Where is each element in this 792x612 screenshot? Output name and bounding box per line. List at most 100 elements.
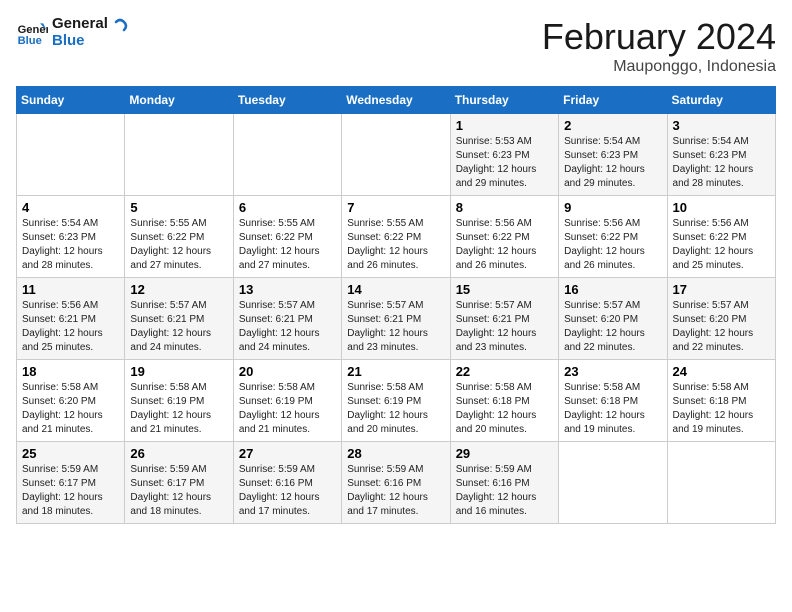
- day-number: 26: [130, 446, 227, 461]
- calendar-cell: 27Sunrise: 5:59 AM Sunset: 6:16 PM Dayli…: [233, 442, 341, 524]
- logo-icon: General Blue: [16, 17, 48, 49]
- day-info: Sunrise: 5:57 AM Sunset: 6:20 PM Dayligh…: [564, 299, 661, 355]
- logo-general: General: [52, 16, 108, 33]
- day-number: 13: [239, 282, 336, 297]
- day-info: Sunrise: 5:58 AM Sunset: 6:18 PM Dayligh…: [456, 381, 553, 437]
- calendar-cell: 28Sunrise: 5:59 AM Sunset: 6:16 PM Dayli…: [342, 442, 450, 524]
- day-info: Sunrise: 5:57 AM Sunset: 6:21 PM Dayligh…: [456, 299, 553, 355]
- calendar-cell: 23Sunrise: 5:58 AM Sunset: 6:18 PM Dayli…: [559, 360, 667, 442]
- day-number: 11: [22, 282, 119, 297]
- calendar-week-row: 4 Sunrise: 5:54 AM Sunset: 6:23 PM Daylig…: [17, 196, 776, 278]
- weekday-header-wednesday: Wednesday: [342, 87, 450, 114]
- weekday-header-sunday: Sunday: [17, 87, 125, 114]
- day-info: Sunrise: 5:55 AM Sunset: 6:22 PM Dayligh…: [130, 217, 227, 273]
- calendar-cell: 3 Sunrise: 5:54 AM Sunset: 6:23 PM Daylig…: [667, 114, 775, 196]
- calendar-table: SundayMondayTuesdayWednesdayThursdayFrid…: [16, 86, 776, 524]
- day-info: Sunrise: 5:56 AM Sunset: 6:21 PM Dayligh…: [22, 299, 119, 355]
- day-info: Sunrise: 5:56 AM Sunset: 6:22 PM Dayligh…: [673, 217, 770, 273]
- calendar-cell: 7 Sunrise: 5:55 AM Sunset: 6:22 PM Daylig…: [342, 196, 450, 278]
- calendar-week-row: 25 Sunrise: 5:59 AM Sunset: 6:17 PM Dayli…: [17, 442, 776, 524]
- day-number: 29: [456, 446, 553, 461]
- day-number: 16: [564, 282, 661, 297]
- day-info: Sunrise: 5:58 AM Sunset: 6:19 PM Dayligh…: [347, 381, 444, 437]
- month-title: February 2024: [542, 16, 776, 58]
- day-number: 25: [22, 446, 119, 461]
- day-number: 24: [673, 364, 770, 379]
- header: General Blue General Blue February 2024 …: [16, 16, 776, 76]
- day-number: 4: [22, 200, 119, 215]
- title-area: February 2024 Mauponggo, Indonesia: [542, 16, 776, 76]
- day-number: 7: [347, 200, 444, 215]
- calendar-cell: 21 Sunrise: 5:58 AM Sunset: 6:19 PM Dayli…: [342, 360, 450, 442]
- calendar-cell: 9 Sunrise: 5:56 AM Sunset: 6:22 PM Daylig…: [559, 196, 667, 278]
- calendar-cell: 15 Sunrise: 5:57 AM Sunset: 6:21 PM Dayli…: [450, 278, 558, 360]
- calendar-cell: 22 Sunrise: 5:58 AM Sunset: 6:18 PM Dayli…: [450, 360, 558, 442]
- logo-wave-icon: [106, 18, 128, 40]
- day-number: 10: [673, 200, 770, 215]
- day-info: Sunrise: 5:58 AM Sunset: 6:19 PM Dayligh…: [130, 381, 227, 437]
- calendar-cell: 26 Sunrise: 5:59 AM Sunset: 6:17 PM Dayli…: [125, 442, 233, 524]
- calendar-cell: 16 Sunrise: 5:57 AM Sunset: 6:20 PM Dayli…: [559, 278, 667, 360]
- svg-text:Blue: Blue: [18, 35, 42, 47]
- weekday-header-saturday: Saturday: [667, 87, 775, 114]
- weekday-header-thursday: Thursday: [450, 87, 558, 114]
- calendar-week-row: 11 Sunrise: 5:56 AM Sunset: 6:21 PM Dayli…: [17, 278, 776, 360]
- calendar-cell: 29Sunrise: 5:59 AM Sunset: 6:16 PM Dayli…: [450, 442, 558, 524]
- day-info: Sunrise: 5:58 AM Sunset: 6:19 PM Dayligh…: [239, 381, 336, 437]
- calendar-cell: 1Sunrise: 5:53 AM Sunset: 6:23 PM Daylig…: [450, 114, 558, 196]
- calendar-cell: 4 Sunrise: 5:54 AM Sunset: 6:23 PM Daylig…: [17, 196, 125, 278]
- day-info: Sunrise: 5:59 AM Sunset: 6:17 PM Dayligh…: [130, 463, 227, 519]
- calendar-cell: [342, 114, 450, 196]
- day-number: 22: [456, 364, 553, 379]
- day-number: 12: [130, 282, 227, 297]
- day-number: 2: [564, 118, 661, 133]
- calendar-cell: 5 Sunrise: 5:55 AM Sunset: 6:22 PM Daylig…: [125, 196, 233, 278]
- calendar-cell: 13Sunrise: 5:57 AM Sunset: 6:21 PM Dayli…: [233, 278, 341, 360]
- day-info: Sunrise: 5:57 AM Sunset: 6:21 PM Dayligh…: [347, 299, 444, 355]
- day-info: Sunrise: 5:56 AM Sunset: 6:22 PM Dayligh…: [564, 217, 661, 273]
- day-info: Sunrise: 5:59 AM Sunset: 6:17 PM Dayligh…: [22, 463, 119, 519]
- calendar-cell: [233, 114, 341, 196]
- calendar-cell: 12 Sunrise: 5:57 AM Sunset: 6:21 PM Dayli…: [125, 278, 233, 360]
- calendar-cell: 2 Sunrise: 5:54 AM Sunset: 6:23 PM Daylig…: [559, 114, 667, 196]
- calendar-cell: 14Sunrise: 5:57 AM Sunset: 6:21 PM Dayli…: [342, 278, 450, 360]
- day-info: Sunrise: 5:55 AM Sunset: 6:22 PM Dayligh…: [347, 217, 444, 273]
- day-info: Sunrise: 5:54 AM Sunset: 6:23 PM Dayligh…: [22, 217, 119, 273]
- calendar-week-row: 18Sunrise: 5:58 AM Sunset: 6:20 PM Dayli…: [17, 360, 776, 442]
- calendar-cell: 18Sunrise: 5:58 AM Sunset: 6:20 PM Dayli…: [17, 360, 125, 442]
- calendar-cell: [17, 114, 125, 196]
- day-info: Sunrise: 5:54 AM Sunset: 6:23 PM Dayligh…: [673, 135, 770, 191]
- day-number: 28: [347, 446, 444, 461]
- day-number: 5: [130, 200, 227, 215]
- logo-blue: Blue: [52, 33, 108, 50]
- day-number: 3: [673, 118, 770, 133]
- calendar-cell: 8Sunrise: 5:56 AM Sunset: 6:22 PM Daylig…: [450, 196, 558, 278]
- day-number: 20: [239, 364, 336, 379]
- day-number: 23: [564, 364, 661, 379]
- day-info: Sunrise: 5:59 AM Sunset: 6:16 PM Dayligh…: [239, 463, 336, 519]
- day-number: 6: [239, 200, 336, 215]
- location-title: Mauponggo, Indonesia: [542, 58, 776, 76]
- day-info: Sunrise: 5:55 AM Sunset: 6:22 PM Dayligh…: [239, 217, 336, 273]
- day-info: Sunrise: 5:54 AM Sunset: 6:23 PM Dayligh…: [564, 135, 661, 191]
- calendar-cell: 19Sunrise: 5:58 AM Sunset: 6:19 PM Dayli…: [125, 360, 233, 442]
- weekday-header-row: SundayMondayTuesdayWednesdayThursdayFrid…: [17, 87, 776, 114]
- day-number: 21: [347, 364, 444, 379]
- weekday-header-friday: Friday: [559, 87, 667, 114]
- calendar-cell: 20 Sunrise: 5:58 AM Sunset: 6:19 PM Dayli…: [233, 360, 341, 442]
- day-info: Sunrise: 5:57 AM Sunset: 6:21 PM Dayligh…: [130, 299, 227, 355]
- logo: General Blue General Blue: [16, 16, 128, 49]
- weekday-header-monday: Monday: [125, 87, 233, 114]
- day-number: 9: [564, 200, 661, 215]
- day-number: 8: [456, 200, 553, 215]
- calendar-week-row: 1Sunrise: 5:53 AM Sunset: 6:23 PM Daylig…: [17, 114, 776, 196]
- calendar-cell: 25 Sunrise: 5:59 AM Sunset: 6:17 PM Dayli…: [17, 442, 125, 524]
- calendar-cell: 17Sunrise: 5:57 AM Sunset: 6:20 PM Dayli…: [667, 278, 775, 360]
- calendar-cell: 11 Sunrise: 5:56 AM Sunset: 6:21 PM Dayli…: [17, 278, 125, 360]
- day-number: 15: [456, 282, 553, 297]
- day-number: 1: [456, 118, 553, 133]
- day-number: 18: [22, 364, 119, 379]
- calendar-cell: [667, 442, 775, 524]
- day-number: 17: [673, 282, 770, 297]
- calendar-cell: 24Sunrise: 5:58 AM Sunset: 6:18 PM Dayli…: [667, 360, 775, 442]
